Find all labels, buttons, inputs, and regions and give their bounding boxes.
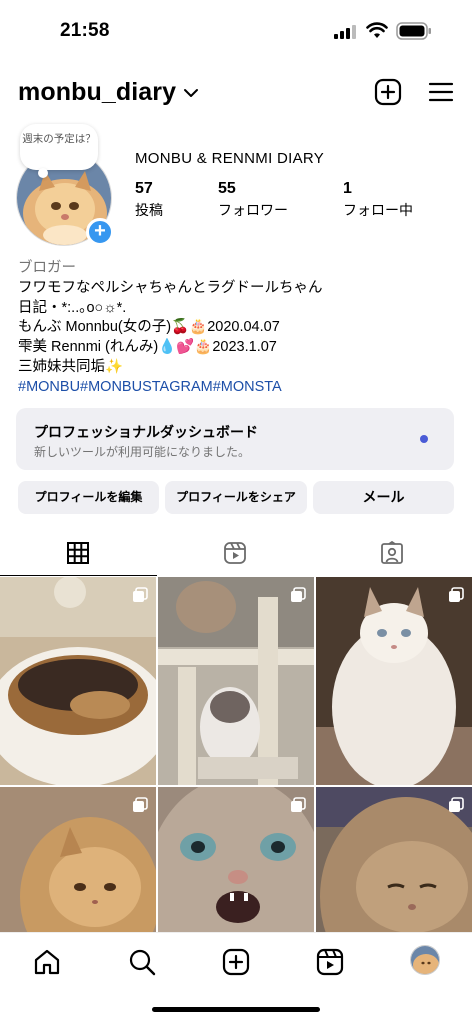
bio-line: フワモフなペルシャちゃんとラグドールちゃん [18,279,323,296]
stat-value: 55 [218,180,236,197]
bio-line: 雫美 Rennmi (れんみ)💧💕🎂2023.1.07 [18,339,277,356]
profile-actions: プロフィールを編集 プロフィールをシェア メール [0,481,472,514]
profile-tabs [0,530,472,576]
dashboard-title: プロフェッショナルダッシュボード [34,424,258,440]
hamburger-menu-icon[interactable] [428,81,454,103]
status-time: 21:58 [60,20,110,41]
multiple-images-icon [449,587,464,602]
profile-header: monbu_diary [0,72,472,116]
wifi-icon [366,22,388,38]
plus-icon: + [94,220,106,242]
grid-post[interactable] [0,577,156,785]
stat-followers[interactable]: 55 フォロワー [218,180,288,220]
post-thumbnail [316,577,472,785]
stat-value: 57 [135,180,153,197]
tab-posts-grid[interactable] [0,530,157,576]
home-indicator [152,1007,320,1012]
dashboard-subtitle: 新しいツールが利用可能になりました。 [34,445,251,459]
stat-label: 投稿 [135,202,163,218]
email-button[interactable]: メール [313,481,454,514]
grid-post[interactable] [316,577,472,785]
plus-square-icon[interactable] [374,78,402,106]
home-icon[interactable] [32,947,62,977]
bio-hashtags[interactable]: #MONBU#MONBUSTAGRAM#MONSTA [18,378,458,398]
multiple-images-icon [449,797,464,812]
stat-value: 1 [343,180,352,197]
tab-reels[interactable] [157,530,314,576]
status-bar: 21:58 [0,0,472,60]
cellular-signal-icon [334,25,356,39]
profile-avatar[interactable] [410,945,440,975]
bio-category: ブロガー [18,260,76,276]
battery-icon [396,22,431,40]
tab-tagged[interactable] [314,530,472,576]
post-thumbnail [158,577,314,785]
multiple-images-icon [133,587,148,602]
grid-post[interactable] [158,577,314,785]
stat-posts[interactable]: 57 投稿 [135,180,163,220]
chevron-down-icon[interactable] [183,86,199,100]
edit-profile-button[interactable]: プロフィールを編集 [18,481,159,514]
professional-dashboard[interactable]: プロフェッショナルダッシュボード 新しいツールが利用可能になりました。 [16,408,454,470]
note-bubble-tail [38,168,48,178]
reels-icon[interactable] [315,947,345,977]
stat-label: フォロー中 [343,202,413,218]
new-indicator-dot [420,435,428,443]
stat-label: フォロワー [218,202,288,218]
grid-icon [67,542,89,564]
multiple-images-icon [133,797,148,812]
profile-display-name: MONBU & RENNMI DIARY [135,150,325,167]
create-icon[interactable] [221,947,251,977]
profile-bio: ブロガー フワモフなペルシャちゃんとラグドールちゃん 日記・*:..｡o○☼*.… [18,259,458,398]
multiple-images-icon [291,587,306,602]
multiple-images-icon [291,797,306,812]
reels-icon [224,542,246,564]
account-username[interactable]: monbu_diary [18,78,176,107]
add-story-button[interactable]: + [86,218,114,246]
bio-line: もんぶ Monnbu(女の子)🍒🎂2020.04.07 [18,319,280,336]
tagged-icon [381,541,403,564]
bio-line: 三姉妹共同垢✨ [18,358,124,375]
share-profile-button[interactable]: プロフィールをシェア [165,481,307,514]
bio-line: 日記・*:..｡o○☼*. [18,299,127,316]
post-thumbnail [0,577,156,785]
stat-following[interactable]: 1 フォロー中 [343,180,413,220]
search-icon[interactable] [127,947,157,977]
note-bubble[interactable]: 週末の予定は？ [20,124,98,170]
